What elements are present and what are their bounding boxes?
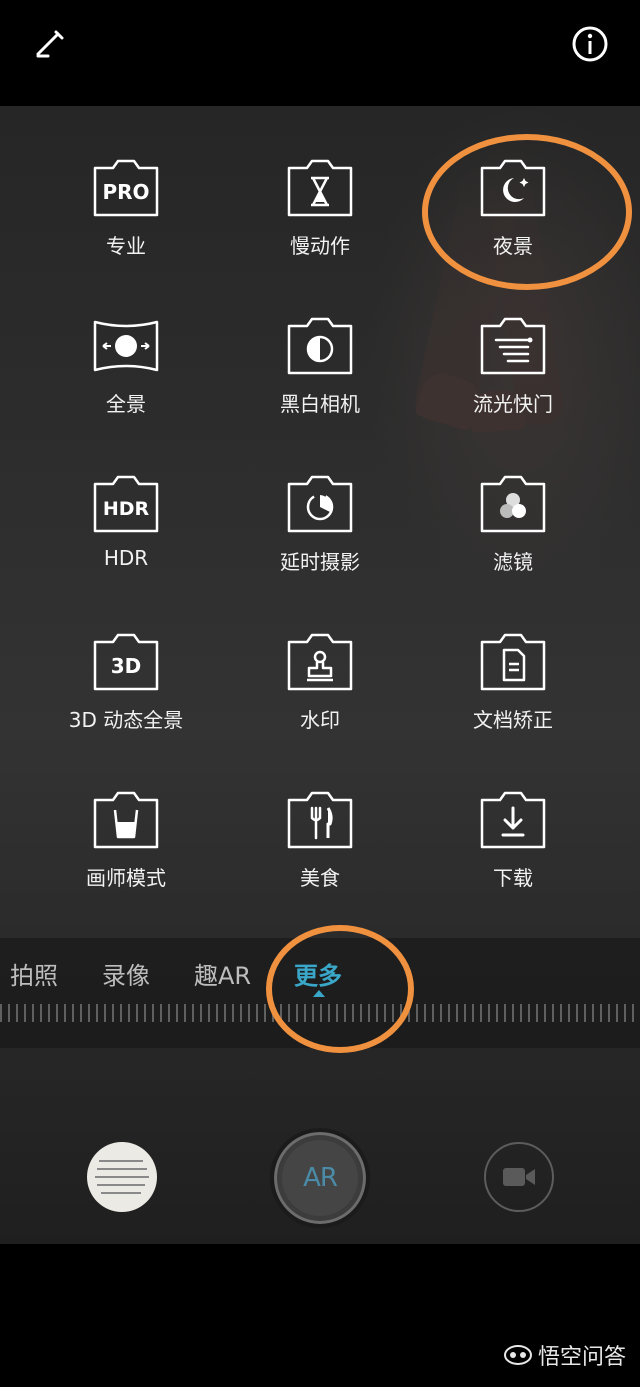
mode-pro[interactable]: PRO 专业 — [26, 158, 226, 259]
mode-slow-motion[interactable]: 慢动作 — [220, 158, 420, 259]
hourglass-icon — [287, 159, 353, 217]
highlight-circle-night — [422, 134, 632, 290]
mode-3d-panorama[interactable]: 3D 3D 动态全景 — [26, 632, 226, 733]
mode-label: 画师模式 — [86, 866, 166, 890]
panorama-icon — [93, 320, 159, 372]
mode-label: HDR — [103, 546, 149, 570]
mode-label: 下载 — [493, 866, 533, 890]
mode-label: 美食 — [300, 866, 340, 890]
svg-text:3D: 3D — [111, 654, 142, 678]
shutter-label: AR — [282, 1140, 358, 1216]
edit-pencil-icon[interactable] — [28, 22, 72, 66]
mode-download[interactable]: 下载 — [413, 790, 613, 891]
timelapse-icon — [287, 475, 353, 533]
video-camera-icon — [503, 1168, 535, 1186]
3d-panorama-icon: 3D — [93, 633, 159, 691]
top-bar — [0, 0, 640, 106]
highlight-circle-more — [266, 925, 414, 1053]
mode-label: 延时摄影 — [280, 550, 360, 574]
tab-video[interactable]: 录像 — [102, 956, 150, 991]
mode-label: 黑白相机 — [280, 392, 360, 416]
tab-photo[interactable]: 拍照 — [10, 956, 58, 991]
mode-label: 专业 — [106, 234, 146, 258]
tab-ar[interactable]: 趣AR — [194, 956, 251, 991]
watermark: 悟空问答 — [503, 1339, 626, 1371]
mode-watermark[interactable]: 水印 — [220, 632, 420, 733]
filter-icon — [480, 475, 546, 533]
mode-document[interactable]: 文档矫正 — [413, 632, 613, 733]
mode-filter[interactable]: 滤镜 — [413, 474, 613, 575]
mode-food[interactable]: 美食 — [220, 790, 420, 891]
light-painting-icon — [480, 317, 546, 375]
monochrome-icon — [287, 317, 353, 375]
download-icon — [480, 791, 546, 849]
watermark-text: 悟空问答 — [537, 1345, 626, 1370]
food-fork-knife-icon — [287, 791, 353, 849]
bottom-bar: 悟空问答 — [0, 1244, 640, 1387]
shutter-button[interactable]: AR — [270, 1128, 370, 1228]
mode-monochrome[interactable]: 黑白相机 — [220, 316, 420, 417]
hdr-icon: HDR — [93, 475, 159, 533]
mode-label: 水印 — [300, 708, 340, 732]
gallery-thumbnail[interactable] — [87, 1142, 157, 1212]
mode-label: 流光快门 — [473, 392, 553, 416]
svg-text:PRO: PRO — [102, 180, 149, 204]
watermark-stamp-icon — [287, 633, 353, 691]
mode-panorama[interactable]: 全景 — [26, 316, 226, 417]
document-icon — [480, 633, 546, 691]
wukong-logo-icon — [503, 1345, 532, 1365]
mode-timelapse[interactable]: 延时摄影 — [220, 474, 420, 575]
mode-label: 滤镜 — [493, 550, 533, 574]
info-icon[interactable] — [568, 22, 612, 66]
mode-label: 文档矫正 — [473, 708, 553, 732]
mode-painter[interactable]: 画师模式 — [26, 790, 226, 891]
pro-icon: PRO — [93, 159, 159, 217]
mode-label: 全景 — [106, 392, 146, 416]
painter-cup-icon — [93, 791, 159, 849]
video-record-button[interactable] — [484, 1142, 554, 1212]
svg-text:HDR: HDR — [103, 498, 150, 520]
mode-light-painting[interactable]: 流光快门 — [413, 316, 613, 417]
mode-label: 3D 动态全景 — [68, 708, 184, 732]
mode-label: 慢动作 — [290, 234, 350, 258]
mode-hdr[interactable]: HDR HDR — [26, 474, 226, 570]
